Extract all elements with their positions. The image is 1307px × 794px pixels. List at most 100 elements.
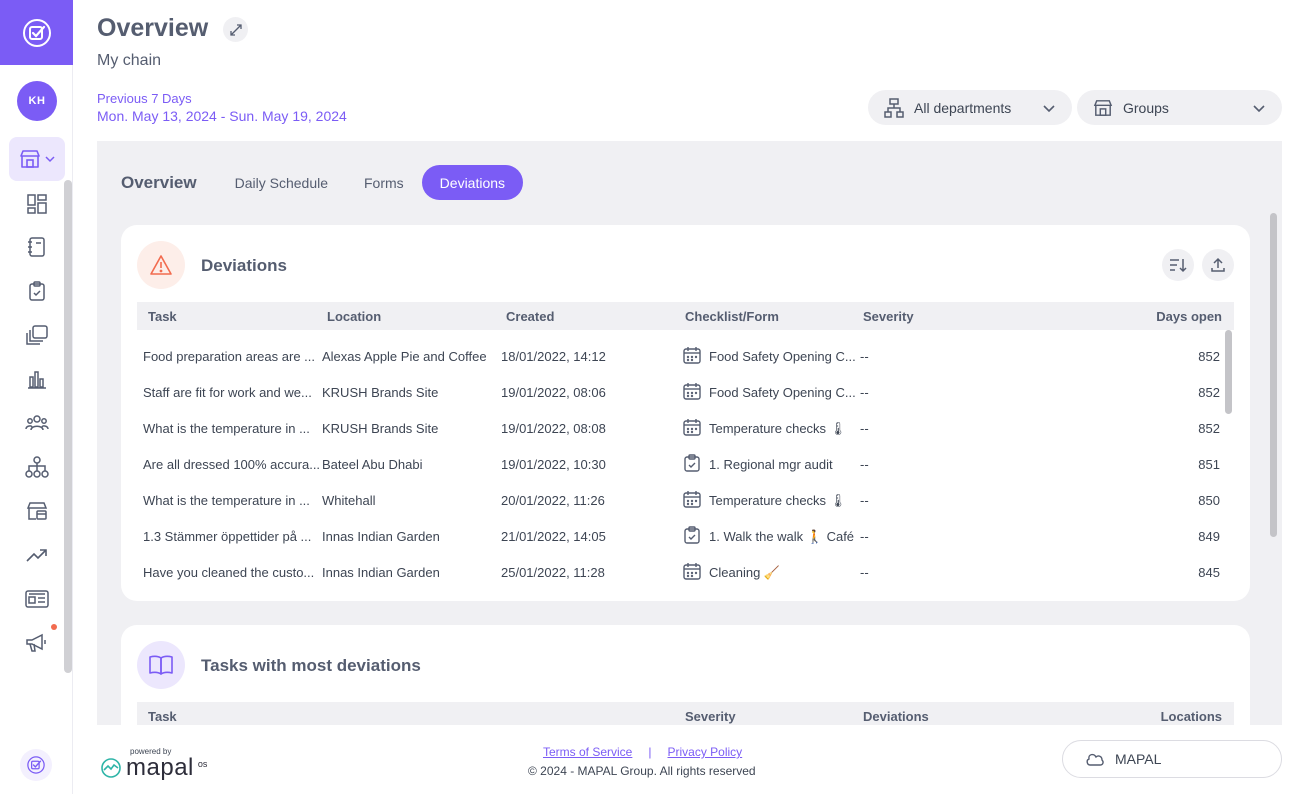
cell-location: Innas Indian Garden — [322, 529, 440, 544]
checkbox-logo-icon — [22, 18, 51, 47]
column-header[interactable]: Severity — [863, 309, 914, 324]
calendar-icon — [683, 418, 701, 439]
chevron-down-icon — [1043, 104, 1055, 112]
app-logo[interactable] — [0, 0, 73, 65]
tasks-table-header: Task Severity Deviations Locations — [137, 702, 1234, 725]
mapal-os-suffix: os — [197, 759, 208, 769]
deviations-card: Deviations Task Location Created Checkli… — [121, 225, 1250, 601]
table-row[interactable]: Food preparation areas are ... Alexas App… — [137, 338, 1234, 374]
table-row[interactable]: 1.3 Stämmer öppettider på ... Innas India… — [137, 518, 1234, 554]
cell-days-open: 852 — [1198, 349, 1220, 364]
clipboard-icon — [683, 526, 701, 547]
cell-days-open: 845 — [1198, 565, 1220, 580]
calendar-icon — [683, 562, 701, 583]
store-calendar-icon[interactable] — [22, 496, 52, 526]
logbook-icon[interactable] — [22, 232, 52, 262]
mapal-button-label: MAPAL — [1115, 751, 1162, 767]
upload-icon — [1211, 257, 1225, 272]
hierarchy-icon[interactable] — [22, 452, 52, 482]
cell-checklist: 1. Walk the walk 🚶 Café — [709, 529, 855, 544]
cell-location: KRUSH Brands Site — [322, 421, 439, 436]
column-header[interactable]: Checklist/Form — [685, 309, 779, 324]
column-header[interactable]: Deviations — [863, 709, 929, 724]
hierarchy-icon — [884, 97, 904, 118]
sidebar: KH — [0, 0, 73, 794]
export-button[interactable] — [1202, 249, 1234, 281]
cell-days-open: 849 — [1198, 529, 1220, 544]
main-panel: Overview Daily Schedule Forms Deviations… — [97, 141, 1282, 725]
trend-icon[interactable] — [22, 540, 52, 570]
store-selector-button[interactable] — [9, 137, 65, 181]
page-subtitle: My chain — [97, 52, 162, 69]
expand-button[interactable] — [223, 17, 248, 42]
cell-task: Are all dressed 100% accura... — [143, 457, 321, 472]
period-range[interactable]: Mon. May 13, 2024 - Sun. May 19, 2024 — [97, 108, 347, 124]
column-header[interactable]: Locations — [1161, 709, 1222, 724]
open-book-icon — [149, 655, 173, 675]
cell-checklist: Temperature checks 🌡 — [709, 421, 847, 436]
table-row[interactable]: Are all dressed 100% accura... Bateel Abu… — [137, 446, 1234, 482]
cell-checklist: Temperature checks 🌡 — [709, 493, 847, 508]
mapal-wordmark: mapal — [126, 754, 194, 781]
mapal-wave-icon — [101, 758, 121, 778]
tab-deviations[interactable]: Deviations — [421, 165, 524, 200]
cell-task: Have you cleaned the custo... — [143, 565, 315, 580]
chevron-down-icon — [45, 156, 55, 163]
departments-dropdown[interactable]: All departments — [868, 90, 1072, 125]
tab-daily-schedule[interactable]: Daily Schedule — [217, 165, 346, 200]
table-row[interactable]: Have you cleaned the custo... Innas India… — [137, 554, 1234, 584]
sidebar-scrollbar[interactable] — [64, 180, 72, 673]
cell-severity: -- — [860, 457, 869, 472]
column-header[interactable]: Location — [327, 309, 381, 324]
library-icon[interactable] — [22, 320, 52, 350]
column-header[interactable]: Created — [506, 309, 554, 324]
expand-icon — [229, 23, 242, 36]
cell-location: Whitehall — [322, 493, 376, 508]
dashboard-icon[interactable] — [22, 189, 52, 219]
cell-days-open: 851 — [1198, 457, 1220, 472]
column-header[interactable]: Task — [148, 709, 177, 724]
sort-button[interactable] — [1162, 249, 1194, 281]
cell-days-open: 850 — [1198, 493, 1220, 508]
mapal-os-logo: mapal os — [100, 754, 207, 782]
departments-label: All departments — [914, 99, 1012, 116]
cell-created: 19/01/2022, 10:30 — [501, 457, 606, 472]
cell-task: Staff are fit for work and we... — [143, 385, 312, 400]
cloud-icon — [1086, 753, 1104, 766]
column-header[interactable]: Severity — [685, 709, 736, 724]
cell-severity: -- — [860, 529, 869, 544]
cell-task: What is the temperature in ... — [143, 421, 310, 436]
newspaper-icon[interactable] — [22, 584, 52, 614]
deviations-table-header: Task Location Created Checklist/Form Sev… — [137, 302, 1234, 330]
cell-created: 21/01/2022, 14:05 — [501, 529, 606, 544]
link-separator: | — [648, 745, 652, 759]
cell-location: Bateel Abu Dhabi — [322, 457, 423, 472]
privacy-link[interactable]: Privacy Policy — [667, 745, 742, 759]
bottom-app-icon[interactable] — [20, 749, 52, 781]
groups-dropdown[interactable]: Groups — [1077, 90, 1282, 125]
bar-chart-icon[interactable] — [22, 364, 52, 394]
people-icon[interactable] — [22, 408, 52, 438]
column-header[interactable]: Task — [148, 309, 177, 324]
cell-severity: -- — [860, 421, 869, 436]
avatar[interactable]: KH — [17, 81, 57, 121]
warning-icon — [150, 255, 172, 275]
clipboard-icon — [683, 454, 701, 475]
period-label[interactable]: Previous 7 Days — [97, 91, 192, 106]
mapal-button[interactable]: MAPAL — [1062, 740, 1282, 778]
book-icon-badge — [137, 641, 185, 689]
footer-links: Terms of Service | Privacy Policy — [543, 745, 742, 759]
cell-task: 1.3 Stämmer öppettider på ... — [143, 529, 312, 544]
table-row[interactable]: What is the temperature in ... Whitehall 2… — [137, 482, 1234, 518]
table-row[interactable]: What is the temperature in ... KRUSH Bran… — [137, 410, 1234, 446]
deviations-table-body: Food preparation areas are ... Alexas App… — [137, 338, 1234, 584]
panel-scrollbar[interactable] — [1270, 213, 1277, 537]
cell-checklist: Food Safety Opening C... — [709, 349, 856, 364]
tab-forms[interactable]: Forms — [346, 165, 422, 200]
column-header[interactable]: Days open — [1156, 309, 1222, 324]
cell-created: 20/01/2022, 11:26 — [501, 493, 605, 508]
megaphone-icon[interactable] — [22, 624, 57, 658]
table-row[interactable]: Staff are fit for work and we... KRUSH Br… — [137, 374, 1234, 410]
terms-link[interactable]: Terms of Service — [543, 745, 632, 759]
clipboard-icon[interactable] — [22, 276, 52, 306]
